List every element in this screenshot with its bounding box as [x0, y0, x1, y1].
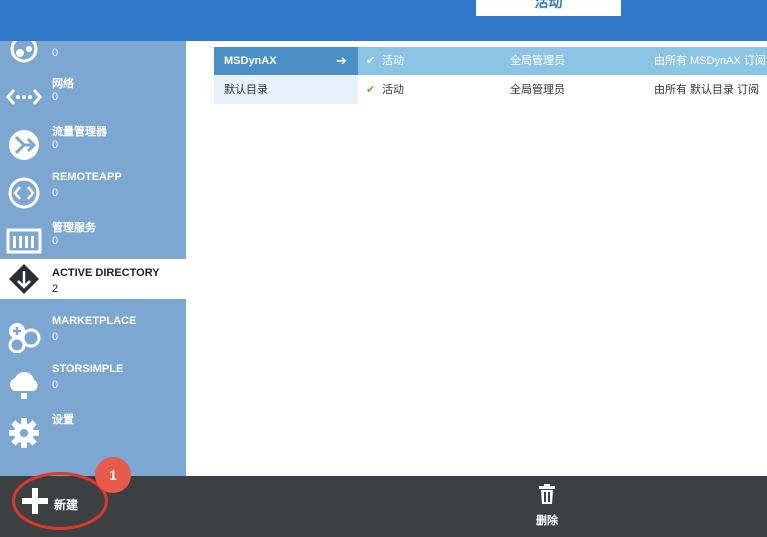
- sidebar-item-traffic-manager[interactable]: 流量管理器 0: [0, 121, 186, 169]
- trash-icon: [539, 484, 555, 504]
- sidebar-item-count: 0: [52, 331, 59, 343]
- active-directory-icon: [9, 264, 39, 294]
- sidebar-item-active-directory[interactable]: ACTIVE DIRECTORY 2: [0, 259, 186, 299]
- portal-header: 活动: [0, 0, 767, 41]
- subscription-cell: 由所有 MSDynAX 订阅: [654, 55, 766, 67]
- status-tab[interactable]: 活动: [476, 0, 621, 16]
- sidebar-item-remoteapp[interactable]: REMOTEAPP 0: [0, 169, 186, 217]
- new-button-label: 新建: [54, 498, 79, 512]
- sidebar-item-count: 2: [52, 283, 59, 295]
- sidebar-item-settings[interactable]: 设置: [0, 409, 186, 457]
- status-tab-label: 活动: [534, 0, 563, 10]
- sidebar-item-count: 0: [52, 139, 59, 151]
- sidebar-item-count: 0: [52, 47, 59, 59]
- role-cell: 全局管理员: [510, 84, 565, 96]
- status-cell: ✔ 活动: [366, 47, 486, 75]
- sidebar-item-label: 流量管理器: [52, 126, 107, 138]
- sidebar-item-storsimple[interactable]: STORSIMPLE 0: [0, 361, 186, 409]
- sidebar-item-label: 管理服务: [52, 222, 96, 234]
- sidebar-item-count: 0: [52, 187, 59, 199]
- globe-partial-icon: [10, 41, 38, 63]
- sidebar-item-network[interactable]: 网络 0: [0, 73, 186, 121]
- sidebar-item-marketplace[interactable]: MARKETPLACE 0: [0, 313, 186, 361]
- plus-icon: [22, 488, 48, 514]
- marketplace-icon: [8, 323, 41, 353]
- sidebar-item-label: 设置: [52, 414, 74, 426]
- gear-icon: [9, 418, 39, 448]
- sidebar-item-partial[interactable]: 0: [0, 41, 186, 77]
- role-cell: 全局管理员: [510, 55, 565, 67]
- sidebar-item-label: STORSIMPLE: [52, 363, 124, 375]
- new-button[interactable]: 新建: [12, 472, 108, 530]
- sidebar-item-label: ACTIVE DIRECTORY: [52, 267, 160, 279]
- traffic-manager-icon: [9, 130, 39, 160]
- table-row[interactable]: 默认目录 ✔ 活动 全局管理员 由所有 默认目录 订阅: [214, 76, 767, 104]
- sidebar-item-label: REMOTEAPP: [52, 171, 122, 183]
- network-icon: [6, 89, 42, 105]
- checkmark-icon: ✔: [366, 84, 376, 96]
- storsimple-cloud-icon: [10, 371, 38, 399]
- sidebar-item-label: MARKETPLACE: [52, 315, 137, 327]
- delete-button-label: 删除: [536, 515, 558, 527]
- delete-button[interactable]: 删除: [525, 484, 569, 530]
- sidebar-item-count: 0: [52, 91, 59, 103]
- directory-name[interactable]: 默认目录: [214, 76, 358, 104]
- sidebar: 0 网络 0 流量管理器 0 REMOTEAPP 0 管理服务 0 ACTIVE…: [0, 41, 186, 476]
- sidebar-item-management-services[interactable]: 管理服务 0: [0, 217, 186, 265]
- sidebar-item-label: 网络: [52, 78, 74, 90]
- remoteapp-icon: [8, 177, 40, 209]
- table-row[interactable]: MSDynAX ➔ ✔ 活动 全局管理员 由所有 MSDynAX 订阅: [214, 47, 767, 75]
- subscription-cell: 由所有 默认目录 订阅: [654, 84, 760, 96]
- status-text: 活动: [382, 84, 404, 96]
- arrow-right-icon[interactable]: ➔: [336, 47, 352, 75]
- status-cell: ✔ 活动: [366, 76, 486, 104]
- directory-list: MSDynAX ➔ ✔ 活动 全局管理员 由所有 MSDynAX 订阅 默认目录 …: [186, 41, 767, 476]
- sidebar-item-count: 0: [52, 379, 59, 391]
- management-services-icon: [6, 228, 42, 254]
- sidebar-item-count: 0: [52, 235, 59, 247]
- checkmark-icon: ✔: [366, 55, 376, 67]
- status-text: 活动: [382, 55, 404, 67]
- annotation-callout-badge: 1: [95, 457, 131, 493]
